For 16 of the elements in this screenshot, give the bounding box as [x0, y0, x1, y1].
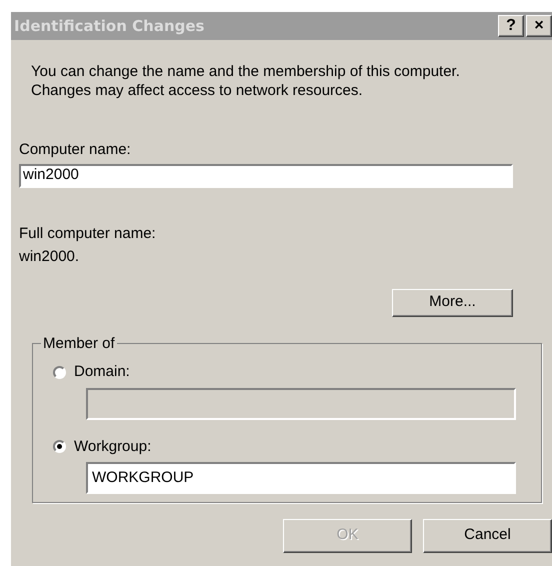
close-button[interactable]: × — [526, 15, 552, 37]
full-name-label: Full computer name: — [19, 224, 157, 244]
radio-label: Workgroup: — [74, 436, 152, 456]
full-name-value: win2000. — [19, 247, 80, 267]
help-button[interactable]: ? — [498, 15, 524, 37]
field-label: Computer name: — [19, 140, 132, 160]
input-field[interactable]: WORKGROUP — [86, 462, 516, 494]
cancel-button[interactable]: Cancel — [423, 518, 552, 552]
group-title: Member of — [42, 334, 116, 354]
radio-button[interactable] — [53, 366, 66, 379]
computer-name-field[interactable]: win2000 — [19, 164, 513, 188]
radio-button[interactable] — [53, 440, 66, 454]
window-title: Identification Changes — [14, 16, 204, 37]
radio-label: Domain: — [74, 362, 130, 382]
description-text: You can change the name and the membership of this computer. Changes may affect access to network resources. — [31, 62, 461, 100]
more-button[interactable]: More... — [392, 288, 513, 316]
